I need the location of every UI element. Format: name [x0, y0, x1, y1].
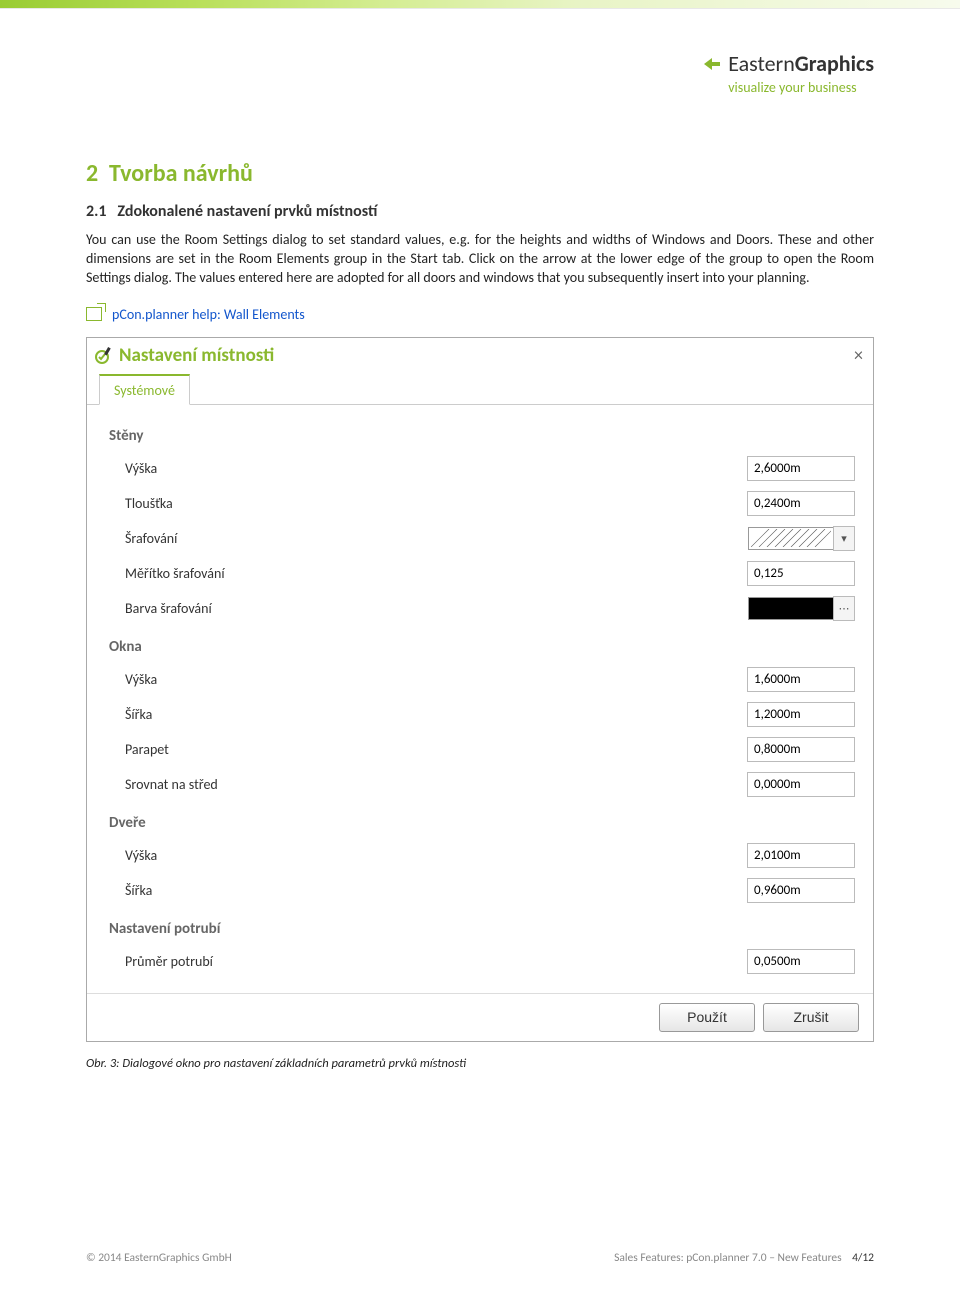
body-paragraph: You can use the Room Settings dialog to …	[86, 231, 874, 288]
page-footer: © 2014 EasternGraphics GmbH Sales Featur…	[86, 1251, 874, 1265]
chevron-down-icon[interactable]: ▾	[833, 526, 855, 551]
hatch-color-swatch[interactable]	[748, 597, 834, 620]
label-window-width: Šířka	[125, 706, 747, 723]
section-heading: 2 Tvorba návrhů	[86, 159, 874, 188]
input-door-height[interactable]	[747, 843, 855, 868]
input-wall-height[interactable]	[747, 456, 855, 481]
input-parapet[interactable]	[747, 737, 855, 762]
input-pipe-diameter[interactable]	[747, 949, 855, 974]
group-title-windows: Okna	[109, 638, 855, 656]
label-window-height: Výška	[125, 671, 747, 688]
input-hatch-scale[interactable]	[747, 561, 855, 586]
ellipsis-icon[interactable]: ⋯	[833, 596, 855, 621]
label-parapet: Parapet	[125, 741, 747, 758]
tabs-row: Systémové	[87, 373, 873, 405]
label-wall-thickness: Tloušťka	[125, 495, 747, 512]
footer-doc-title: Sales Features: pCon.planner 7.0 – New F…	[614, 1251, 842, 1265]
logo-arrow-icon	[702, 54, 722, 74]
input-wall-thickness[interactable]	[747, 491, 855, 516]
help-link[interactable]: pCon.planner help: Wall Elements	[112, 306, 305, 323]
brand-tagline: visualize your business	[702, 79, 874, 96]
label-wall-height: Výška	[125, 460, 747, 477]
label-pipe-diameter: Průměr potrubí	[125, 953, 747, 970]
apply-button[interactable]: Použít	[659, 1003, 755, 1032]
hatch-pattern-swatch[interactable]	[748, 527, 834, 550]
label-door-height: Výška	[125, 847, 747, 864]
group-title-pipes: Nastavení potrubí	[109, 920, 855, 938]
group-title-doors: Dveře	[109, 814, 855, 832]
group-title-walls: Stěny	[109, 427, 855, 445]
help-link-row: pCon.planner help: Wall Elements	[86, 306, 874, 323]
figure-caption: Obr. 3: Dialogové okno pro nastavení zák…	[86, 1056, 874, 1071]
input-door-width[interactable]	[747, 878, 855, 903]
label-center: Srovnat na střed	[125, 776, 747, 793]
room-settings-dialog: Nastavení místnosti × Systémové Stěny Vý…	[86, 337, 874, 1042]
brand-logo: EasternGraphics visualize your business	[702, 50, 874, 96]
label-hatch-scale: Měřítko šrafování	[125, 565, 747, 582]
cancel-button[interactable]: Zrušit	[763, 1003, 859, 1032]
label-hatch-color: Barva šrafování	[125, 600, 748, 617]
pencil-check-icon	[95, 346, 113, 364]
page-number: 4/12	[852, 1251, 874, 1265]
input-center[interactable]	[747, 772, 855, 797]
top-decorative-bar	[0, 0, 960, 9]
label-door-width: Šířka	[125, 882, 747, 899]
dialog-title: Nastavení místnosti	[95, 344, 274, 367]
external-link-icon	[86, 307, 102, 321]
input-window-width[interactable]	[747, 702, 855, 727]
label-hatch: Šrafování	[125, 530, 748, 547]
close-icon[interactable]: ×	[854, 344, 863, 366]
input-window-height[interactable]	[747, 667, 855, 692]
brand-name: EasternGraphics	[728, 50, 874, 77]
footer-copyright: © 2014 EasternGraphics GmbH	[86, 1251, 232, 1265]
subsection-heading: 2.1 Zdokonalené nastavení prvků místnost…	[86, 202, 874, 221]
tab-systemove[interactable]: Systémové	[99, 374, 190, 405]
